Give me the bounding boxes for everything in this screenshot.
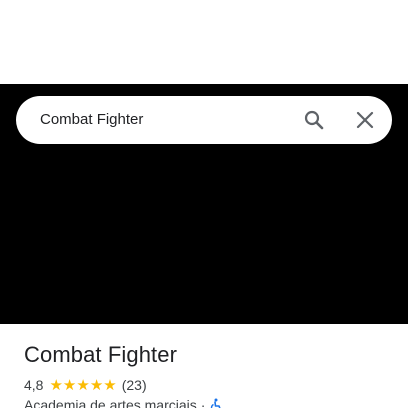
search-bar[interactable]: Combat Fighter (16, 96, 392, 144)
close-icon[interactable] (351, 106, 379, 134)
star-icon: ★ (76, 376, 90, 394)
wheelchair-icon (209, 398, 223, 408)
star-icon: ★ (89, 376, 104, 394)
rating-row[interactable]: 4,8 ★ ★ ★ ★ ★ (23) (24, 376, 147, 394)
place-title: Combat Fighter (24, 342, 178, 367)
star-icon: ★ (62, 376, 77, 394)
separator: · (200, 397, 206, 408)
rating-value: 4,8 (24, 377, 44, 393)
search-input[interactable]: Combat Fighter (40, 96, 143, 144)
star-icon: ★ (49, 376, 63, 394)
place-details-sheet[interactable]: Combat Fighter 4,8 ★ ★ ★ ★ ★ (23) Academ… (0, 324, 408, 408)
search-icon[interactable] (300, 106, 328, 134)
star-rating: ★ ★ ★ ★ ★ (49, 378, 116, 393)
top-blank-area (0, 0, 408, 84)
category-row: Academia de artes marciais · (24, 396, 223, 408)
place-category: Academia de artes marciais (24, 397, 197, 408)
star-icon: ★ (103, 376, 117, 394)
review-count[interactable]: (23) (122, 377, 147, 393)
